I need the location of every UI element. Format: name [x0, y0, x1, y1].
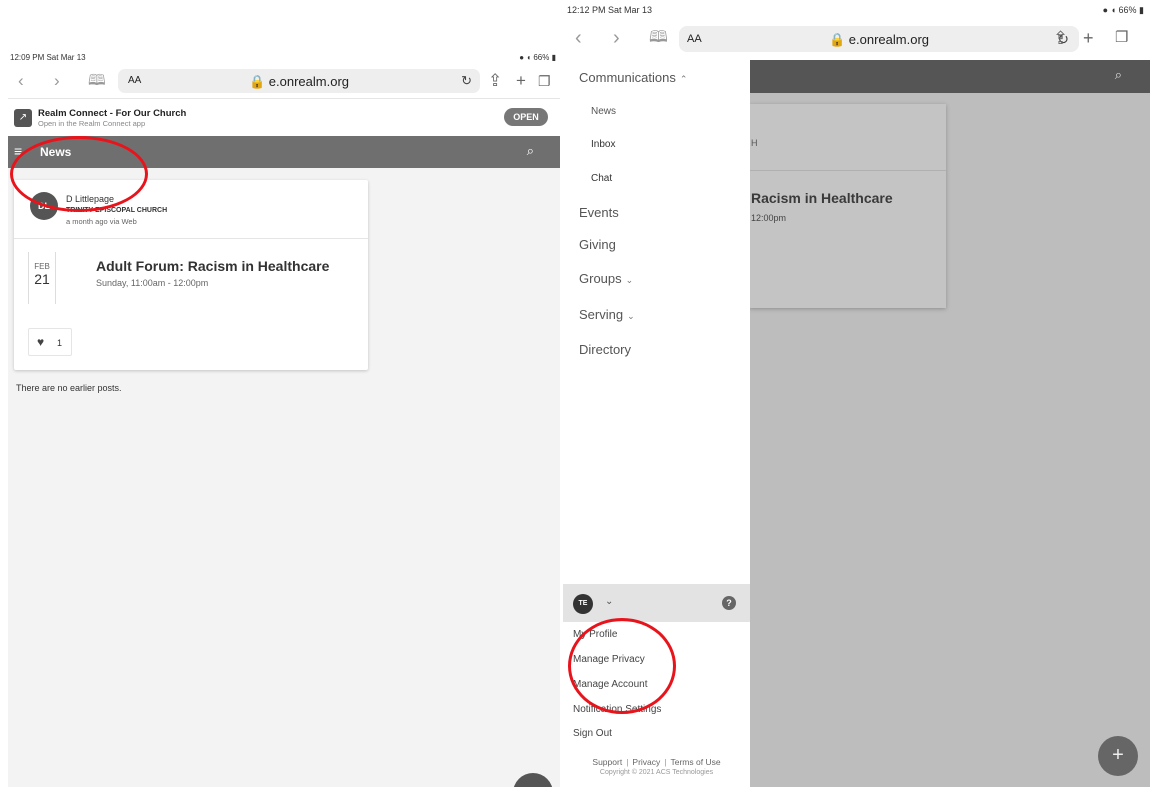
no-earlier-posts: There are no earlier posts. [16, 383, 122, 393]
nav-groups[interactable]: Groups ⌄ [579, 271, 633, 286]
terms-link[interactable]: Terms of Use [671, 757, 721, 767]
event-month: FEB [34, 262, 50, 271]
event-date-box: FEB 21 [28, 252, 56, 304]
search-icon[interactable]: ⌕ [1115, 67, 1122, 83]
url-label: e.onrealm.org [848, 32, 930, 47]
nav-giving[interactable]: Giving [579, 237, 616, 252]
browser-toolbar: ‹ › 🕮 AA 🔒 e.onrealm.org ↻ ⇪ + ❐ [8, 64, 560, 98]
status-time: 12:12 PM Sat Mar 13 [567, 5, 653, 15]
drawer-footer-links: Support | Privacy | Terms of Use [563, 757, 750, 767]
card-divider [14, 238, 368, 239]
support-link[interactable]: Support [592, 757, 622, 767]
bookmarks-icon[interactable]: 🕮 [649, 26, 668, 50]
chevron-down-icon: ⌄ [627, 311, 635, 321]
event-day: 21 [34, 271, 50, 287]
like-count: 1 [57, 338, 63, 348]
url-text: 🔒 e.onrealm.org [679, 32, 1079, 48]
status-icons: ● ◖ 66% ▮ [1102, 5, 1144, 15]
nav-communications[interactable]: Communications ⌃ [579, 70, 687, 85]
forward-icon[interactable]: › [613, 26, 620, 50]
status-bar: 12:09 PM Sat Mar 13 ● ◖ 66% ▮ [8, 50, 560, 64]
address-bar[interactable]: AA 🔒 e.onrealm.org ↻ [118, 69, 480, 93]
nav-inbox[interactable]: Inbox [591, 139, 615, 150]
new-tab-icon[interactable]: + [516, 71, 526, 91]
search-icon[interactable]: ⌕ [527, 143, 534, 159]
event-time: Sunday, 11:00am - 12:00pm [96, 278, 209, 288]
like-button[interactable]: ♥ 1 [28, 328, 72, 356]
nav-communications-label: Communications [579, 70, 676, 85]
nav-directory[interactable]: Directory [579, 342, 631, 357]
status-bar: 12:12 PM Sat Mar 13 ● ◖ 66% ▮ [563, 0, 1150, 18]
background-event-title: Racism in Healthcare [751, 190, 893, 206]
reload-icon[interactable]: ↻ [461, 73, 472, 89]
chevron-down-icon: ⌄ [625, 275, 634, 285]
browser-toolbar: ‹ › 🕮 AA 🔒 e.onrealm.org ↻ ⇪ + ❐ [563, 18, 1150, 60]
lock-icon: 🔒 [828, 32, 846, 47]
profile-bar[interactable]: TE ⌄ ? [563, 584, 750, 622]
url-text: 🔒 e.onrealm.org [118, 74, 480, 90]
footer-separator: | [664, 757, 667, 767]
nav-serving[interactable]: Serving ⌄ [579, 307, 635, 322]
copyright: Copyright © 2021 ACS Technologies [599, 769, 714, 776]
status-icons: ● ◖ 66% ▮ [519, 53, 556, 62]
bookmarks-icon[interactable]: 🕮 [88, 71, 106, 91]
share-icon[interactable]: ⇪ [488, 71, 502, 91]
card-divider [749, 170, 946, 171]
background-post-card: H Racism in Healthcare 12:00pm [749, 104, 946, 308]
annotation-circle-account-menu [568, 618, 676, 714]
forward-icon[interactable]: › [54, 71, 60, 91]
back-icon[interactable]: ‹ [575, 26, 582, 50]
background-card-fragment: H [751, 138, 758, 148]
event-title[interactable]: Adult Forum: Racism in Healthcare [96, 258, 329, 274]
nav-news[interactable]: News [591, 106, 616, 117]
url-label: e.onrealm.org [268, 74, 350, 89]
tabs-icon[interactable]: ❐ [1115, 26, 1128, 50]
app-banner-title: Realm Connect - For Our Church [38, 108, 187, 119]
lock-icon: 🔒 [248, 74, 266, 89]
app-banner-subtitle: Open in the Realm Connect app [38, 119, 146, 128]
add-fab-button[interactable]: + [1098, 736, 1138, 776]
share-icon[interactable]: ⇪ [1053, 26, 1068, 50]
new-tab-icon[interactable]: + [1083, 26, 1094, 50]
post-meta: a month ago via Web [66, 217, 137, 226]
nav-serving-label: Serving [579, 307, 624, 322]
open-app-button[interactable]: OPEN [504, 108, 548, 126]
fab-button[interactable] [513, 773, 553, 787]
help-icon[interactable]: ? [722, 596, 736, 610]
nav-events[interactable]: Events [579, 205, 619, 220]
privacy-link[interactable]: Privacy [632, 757, 660, 767]
status-time: 12:09 PM Sat Mar 13 [10, 53, 86, 62]
nav-groups-label: Groups [579, 271, 622, 286]
realm-app-icon: ↗ [14, 109, 32, 127]
tabs-icon[interactable]: ❐ [538, 71, 551, 91]
chevron-up-icon: ⌃ [679, 74, 688, 84]
heart-icon: ♥ [37, 335, 45, 349]
footer-separator: | [626, 757, 629, 767]
annotation-circle-news [10, 136, 148, 212]
address-bar[interactable]: AA 🔒 e.onrealm.org ↻ [679, 26, 1079, 52]
chevron-down-icon[interactable]: ⌄ [605, 596, 613, 607]
app-banner: ↗ Realm Connect - For Our Church Open in… [8, 98, 560, 136]
background-event-time: 12:00pm [751, 213, 787, 223]
account-menu-sign-out[interactable]: Sign Out [573, 728, 612, 739]
back-icon[interactable]: ‹ [18, 71, 24, 91]
nav-chat[interactable]: Chat [591, 173, 612, 184]
avatar[interactable]: TE [573, 594, 593, 614]
